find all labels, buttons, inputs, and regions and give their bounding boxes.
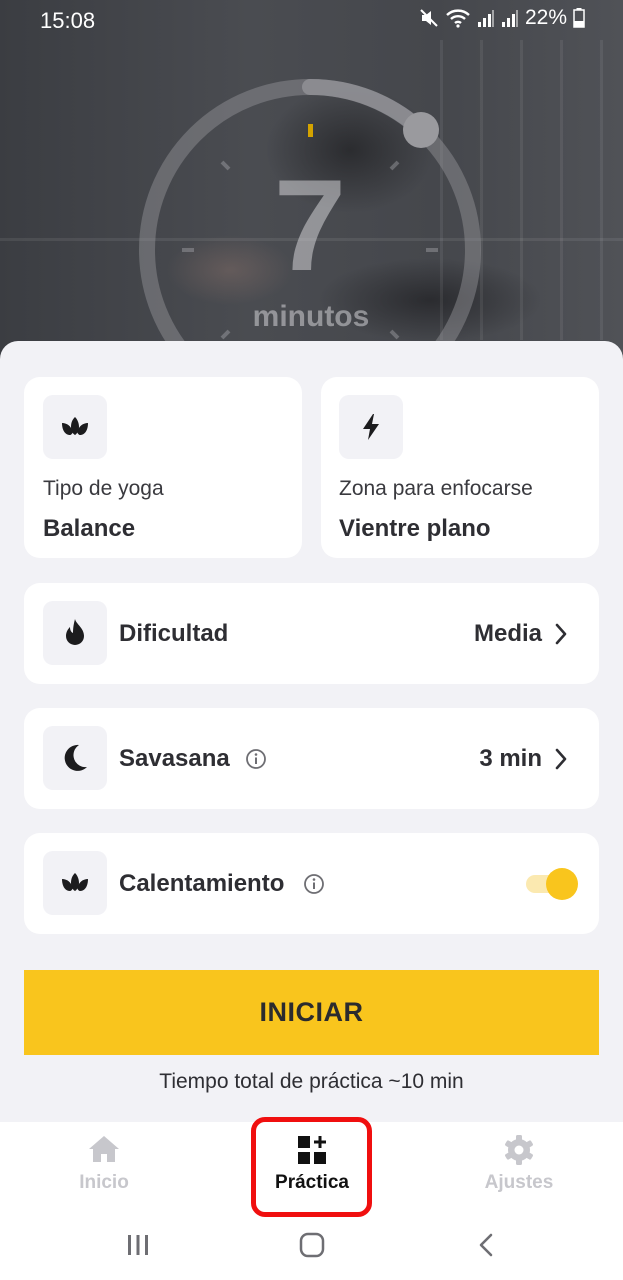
lotus-icon xyxy=(62,417,88,435)
status-time: 15:08 xyxy=(40,8,96,33)
home-button-icon[interactable] xyxy=(299,1232,325,1258)
focus-zone-label: Zona para enfocarse xyxy=(339,477,533,500)
warmup-label: Calentamiento xyxy=(119,870,285,897)
highlight-annotation xyxy=(251,1117,372,1217)
savasana-info-icon[interactable] xyxy=(245,748,267,770)
wifi-icon xyxy=(446,9,470,28)
savasana-label: Savasana xyxy=(119,745,230,772)
start-button[interactable]: INICIAR xyxy=(24,970,599,1055)
focus-zone-icon-box xyxy=(339,395,403,459)
difficulty-label: Dificultad xyxy=(119,620,229,647)
focus-zone-card[interactable]: Zona para enfocarse Vientre plano xyxy=(321,377,599,558)
chevron-right-icon xyxy=(555,623,567,645)
timer-tick xyxy=(389,329,400,340)
hero-background: 7 minutos xyxy=(0,0,623,380)
focus-zone-value: Vientre plano xyxy=(339,515,491,542)
yoga-type-icon-box xyxy=(43,395,107,459)
status-icons: 22% xyxy=(419,6,585,30)
battery-percent: 22% xyxy=(524,6,567,29)
difficulty-value: Media xyxy=(473,620,542,647)
back-icon[interactable] xyxy=(474,1232,500,1258)
difficulty-icon-box xyxy=(43,601,107,665)
timer-tick xyxy=(220,329,231,340)
warmup-toggle[interactable] xyxy=(526,867,580,901)
savasana-row[interactable]: Savasana 3 min xyxy=(24,708,599,809)
status-bar: 15:08 22% xyxy=(0,0,623,40)
yoga-type-card[interactable]: Tipo de yoga Balance xyxy=(24,377,302,558)
yoga-type-value: Balance xyxy=(43,515,136,542)
difficulty-row[interactable]: Dificultad Media xyxy=(24,583,599,684)
flame-icon xyxy=(66,619,84,645)
signal-icon xyxy=(477,10,494,27)
warmup-info-icon[interactable] xyxy=(303,873,325,895)
moon-icon xyxy=(64,744,87,771)
battery-icon xyxy=(573,8,585,28)
timer-tick xyxy=(220,160,231,171)
nav-label-inicio: Inicio xyxy=(79,1172,129,1193)
warmup-row: Calentamiento xyxy=(24,833,599,934)
timer-value: 7 xyxy=(273,152,347,298)
yoga-type-label: Tipo de yoga xyxy=(43,477,164,500)
lotus-icon xyxy=(62,873,88,891)
nav-label-ajustes: Ajustes xyxy=(484,1172,554,1193)
recent-apps-icon[interactable] xyxy=(125,1232,151,1258)
gear-icon xyxy=(505,1135,533,1165)
savasana-icon-box xyxy=(43,726,107,790)
nav-item-ajustes[interactable]: Ajustes xyxy=(449,1122,589,1212)
timer-handle[interactable] xyxy=(403,112,439,148)
chevron-right-icon xyxy=(555,748,567,770)
mute-icon xyxy=(420,9,438,27)
timer-tick xyxy=(389,160,400,171)
timer-unit: minutos xyxy=(252,300,370,333)
nav-item-inicio[interactable]: Inicio xyxy=(34,1122,174,1212)
warmup-icon-box xyxy=(43,851,107,915)
total-practice-time: Tiempo total de práctica ~10 min xyxy=(159,1070,464,1093)
system-navigation-bar xyxy=(0,1222,623,1280)
toggle-knob xyxy=(546,868,578,900)
timer-top-tick xyxy=(308,124,313,137)
signal-icon xyxy=(501,10,518,27)
savasana-value: 3 min xyxy=(479,745,542,772)
home-icon xyxy=(89,1136,119,1162)
lightning-icon xyxy=(363,414,379,440)
